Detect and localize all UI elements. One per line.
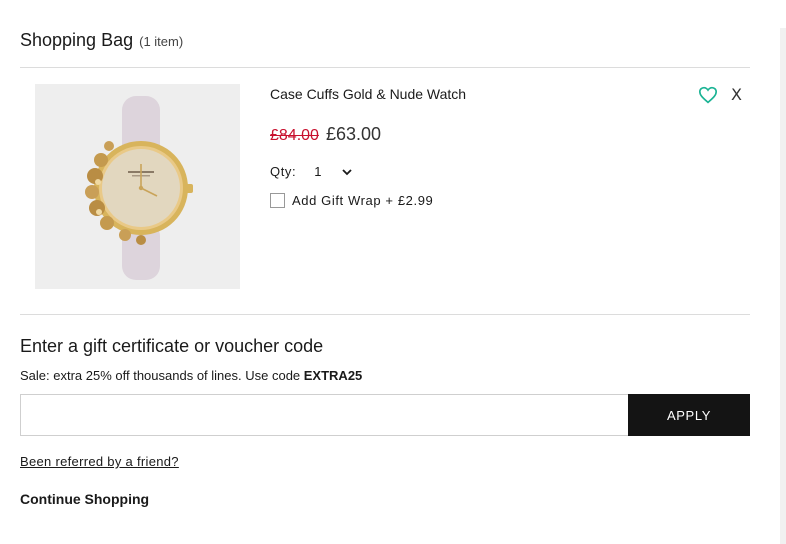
promo-message: Sale: extra 25% off thousands of lines. … (20, 368, 362, 383)
product-name[interactable]: Case Cuffs Gold & Nude Watch (270, 86, 466, 102)
chevron-down-icon (342, 168, 352, 175)
bag-header: Shopping Bag (1 item) (20, 30, 183, 51)
scrollbar-track[interactable] (780, 28, 786, 544)
promo-code: EXTRA25 (303, 368, 363, 383)
continue-shopping-link[interactable]: Continue Shopping (20, 491, 149, 507)
page-title: Shopping Bag (20, 30, 134, 50)
quantity-label: Qty: (270, 164, 297, 179)
wishlist-heart-icon[interactable] (698, 86, 718, 104)
quantity-select[interactable]: 1 (314, 164, 352, 179)
remove-item-button[interactable]: X (731, 85, 742, 104)
referred-by-friend-link[interactable]: Been referred by a friend? (20, 454, 179, 469)
gift-wrap-checkbox[interactable] (270, 193, 285, 208)
quantity-value: 1 (314, 164, 323, 179)
voucher-code-input[interactable] (20, 394, 628, 436)
original-price: £84.00 (270, 127, 319, 144)
divider-top (20, 67, 750, 68)
gift-wrap-option[interactable]: Add Gift Wrap + £2.99 (270, 193, 433, 208)
divider-middle (20, 314, 750, 315)
promo-text: Sale: extra 25% off thousands of lines. … (20, 368, 304, 383)
voucher-heading: Enter a gift certificate or voucher code (20, 336, 324, 356)
quantity-row: Qty: 1 (270, 164, 352, 179)
price-row: £84.00 £63.00 (270, 124, 381, 145)
gift-wrap-label: Add Gift Wrap + £2.99 (292, 193, 434, 208)
watch-image (35, 84, 240, 289)
sale-price: £63.00 (325, 124, 381, 144)
item-count: (1 item) (139, 34, 184, 49)
apply-button[interactable]: APPLY (628, 394, 750, 436)
product-image[interactable] (35, 84, 240, 289)
